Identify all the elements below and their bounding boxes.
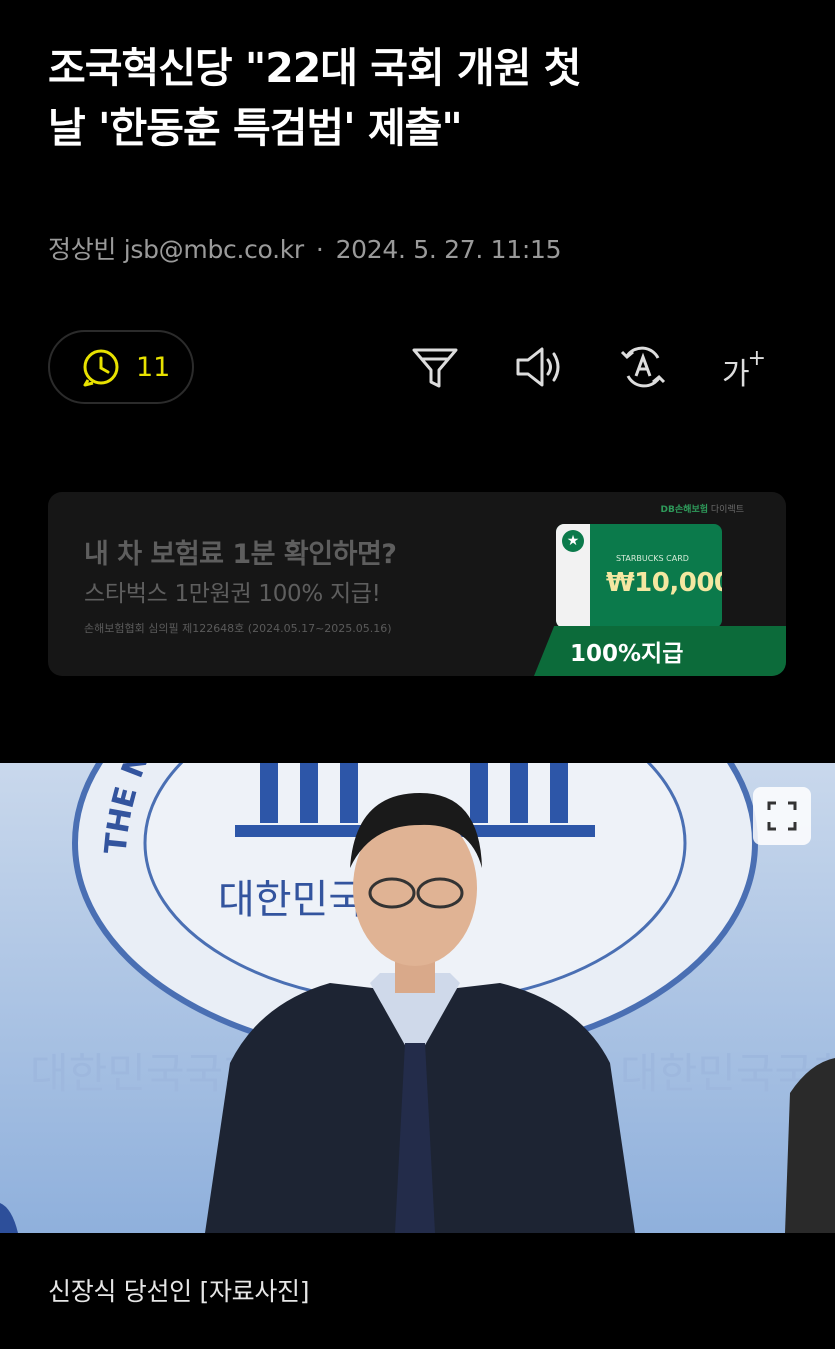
reaction-count: 11 xyxy=(136,351,171,383)
font-size-icon: 가 xyxy=(722,357,750,392)
star-icon: ★ xyxy=(562,530,584,552)
filter-button[interactable] xyxy=(410,342,460,392)
font-size-button[interactable]: 가+ xyxy=(722,342,772,392)
clock-icon xyxy=(83,349,119,387)
article-photo[interactable]: THE NATIONAL ASSEMBLY OF KOREA 대한민국국회 대한… xyxy=(0,763,835,1233)
ad-brand-name: DB손해보험 xyxy=(660,505,708,515)
byline-separator: · xyxy=(315,235,324,264)
photo-illustration: THE NATIONAL ASSEMBLY OF KOREA 대한민국국회 대한… xyxy=(0,763,835,1233)
publish-date: 2024. 5. 27. 11:15 xyxy=(335,235,562,264)
ad-brand: DB손해보험 다이렉트 xyxy=(661,502,744,515)
fullscreen-button[interactable] xyxy=(753,787,811,845)
translate-button[interactable] xyxy=(618,342,668,392)
read-aloud-button[interactable] xyxy=(514,342,564,392)
filter-icon xyxy=(412,348,458,388)
font-size-plus: + xyxy=(747,346,767,371)
card-label: STARBUCKS CARD xyxy=(616,554,689,563)
translate-icon xyxy=(620,346,666,388)
ad-subheadline: 스타벅스 1만원권 100% 지급! xyxy=(84,581,381,607)
author[interactable]: 정상빈 jsb@mbc.co.kr xyxy=(48,235,304,264)
photo-caption: 신장식 당선인 [자료사진] xyxy=(48,1277,310,1306)
ad-brand-suffix: 다이렉트 xyxy=(710,505,744,515)
article-toolbar: 11 가+ xyxy=(0,330,835,406)
expand-icon xyxy=(767,801,797,831)
advertisement-banner[interactable]: 내 차 보험료 1분 확인하면? 스타벅스 1만원권 100% 지급! 손해보험… xyxy=(48,492,786,676)
ad-ribbon: 100%지급 xyxy=(534,626,786,676)
ad-ribbon-text: 100%지급 xyxy=(570,641,684,667)
ad-disclaimer: 손해보험협회 심의필 제122648호 (2024.05.17~2025.05.… xyxy=(84,622,392,635)
ad-headline: 내 차 보험료 1분 확인하면? xyxy=(84,539,397,570)
article-title: 조국혁신당 "22대 국회 개원 첫 날 '한동훈 특검법' 제출" xyxy=(48,38,808,158)
reaction-counter-button[interactable]: 11 xyxy=(48,330,194,404)
speaker-icon xyxy=(516,347,560,387)
byline: 정상빈 jsb@mbc.co.kr · 2024. 5. 27. 11:15 xyxy=(48,230,562,266)
card-amount: ₩10,000 xyxy=(606,568,722,598)
title-line-1: 조국혁신당 "22대 국회 개원 첫 xyxy=(48,44,581,92)
gift-card-image: ★ STARBUCKS CARD ₩10,000 xyxy=(556,524,722,628)
title-line-2: 날 '한동훈 특검법' 제출" xyxy=(48,104,463,152)
